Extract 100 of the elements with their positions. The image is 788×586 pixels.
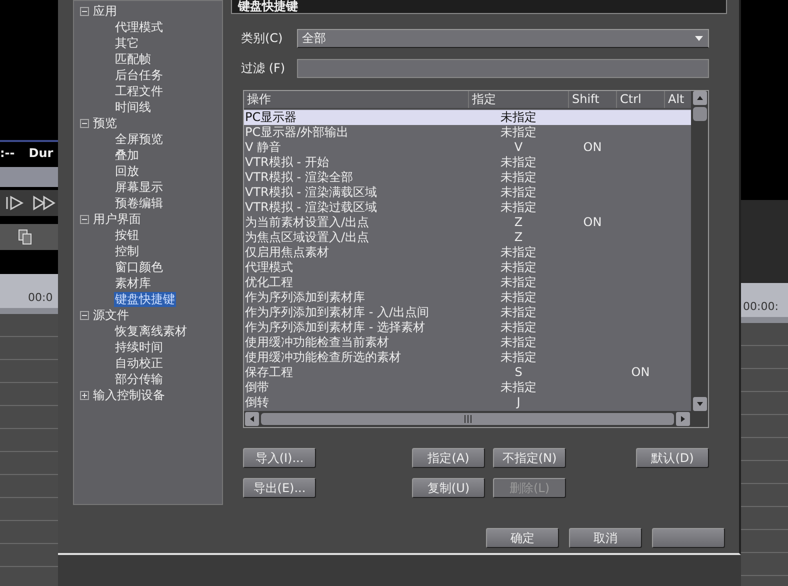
dialog-button[interactable] [652, 528, 725, 548]
fast-forward-icon[interactable] [32, 195, 58, 211]
table-cell-text: 未指定 [500, 380, 538, 395]
collapse-icon[interactable] [80, 118, 89, 128]
tree-item[interactable]: 匹配帧 [114, 52, 152, 66]
table-cell-text: 优化工程 [244, 275, 294, 290]
column-header[interactable]: Shift [568, 91, 616, 108]
table-cell-text: 未指定 [500, 125, 538, 140]
shortcut-row[interactable]: 保存工程 S ON [244, 365, 691, 380]
category-dropdown[interactable]: 全部 [297, 28, 709, 48]
table-cell-text: 使用缓冲功能检查所选的素材 [244, 350, 402, 365]
shortcut-row[interactable]: 优化工程 未指定 [244, 275, 691, 290]
collapse-icon[interactable] [80, 6, 89, 16]
shortcut-row[interactable]: V 静音 V ON [244, 140, 691, 155]
step-forward-icon[interactable] [4, 195, 26, 211]
dialog-title: 键盘快捷键 [231, 0, 727, 14]
scroll-down-button[interactable] [692, 397, 706, 411]
shortcut-row[interactable]: 作为序列添加到素材库 未指定 [244, 290, 691, 305]
horizontal-scrollbar[interactable] [244, 411, 691, 427]
tree-item[interactable]: 时间线 [114, 100, 152, 114]
table-cell-text: 未指定 [500, 350, 538, 365]
shortcut-row[interactable]: 作为序列添加到素材库 - 选择素材 未指定 [244, 320, 691, 335]
tree-item[interactable]: 用户界面 [92, 212, 142, 226]
category-label: 类别(C) [240, 30, 284, 46]
tree-item[interactable]: 预览 [92, 116, 118, 130]
column-header[interactable]: 指定 [468, 91, 568, 108]
shortcut-row[interactable]: 仅启用焦点素材 未指定 [244, 245, 691, 260]
tree-item[interactable]: 素材库 [114, 276, 152, 290]
scroll-left-button[interactable] [245, 412, 259, 426]
expand-icon[interactable] [80, 390, 89, 400]
table-cell-text: 未指定 [500, 320, 538, 335]
shortcut-row[interactable]: VTR模拟 - 渲染全部 未指定 [244, 170, 691, 185]
shortcut-row[interactable]: 作为序列添加到素材库 - 入/出点间 未指定 [244, 305, 691, 320]
copy-icon[interactable] [18, 229, 32, 245]
tree-item[interactable]: 预卷编辑 [114, 196, 164, 210]
tree-item[interactable]: 按钮 [114, 228, 140, 242]
tree-item[interactable]: 工程文件 [114, 84, 164, 98]
collapse-icon[interactable] [80, 310, 89, 320]
tree-item[interactable]: 回放 [114, 164, 140, 178]
shortcut-row[interactable]: 倒带 未指定 [244, 380, 691, 395]
tree-item[interactable]: 输入控制设备 [92, 388, 166, 402]
shortcut-row[interactable]: PC显示器 未指定 [244, 110, 691, 125]
tree-item[interactable]: 后台任务 [114, 68, 164, 82]
filter-field[interactable] [297, 58, 709, 78]
tree-item[interactable]: 控制 [114, 244, 140, 258]
collapse-icon[interactable] [80, 214, 89, 224]
tree-item[interactable]: 屏幕显示 [114, 180, 164, 194]
tree-item[interactable]: 全屏预览 [114, 132, 164, 146]
column-header[interactable]: 操作 [244, 91, 468, 108]
tree-item[interactable]: 持续时间 [114, 340, 164, 354]
table-cell-text: ON [630, 365, 651, 380]
dialog-button[interactable]: 取消 [569, 528, 642, 548]
shortcut-row[interactable]: VTR模拟 - 渲染过载区域 未指定 [244, 200, 691, 215]
table-cell-text: PC显示器/外部输出 [244, 125, 350, 140]
dialog-button[interactable]: 默认(D) [636, 448, 709, 468]
dialog-button[interactable]: 不指定(N) [493, 448, 566, 468]
dialog-button[interactable]: 复制(U) [412, 478, 485, 498]
dialog-button[interactable]: 指定(A) [412, 448, 485, 468]
shortcut-row[interactable]: 倒转 J [244, 395, 691, 410]
table-cell-text: 倒带 [244, 380, 270, 395]
grip-icon [464, 415, 472, 423]
filter-label: 过滤 (F) [240, 60, 286, 76]
scroll-thumb[interactable] [261, 413, 674, 425]
table-cell-text: VTR模拟 - 渲染过载区域 [244, 200, 378, 215]
tree-item[interactable]: 叠加 [114, 148, 140, 162]
table-cell-text: Z [513, 215, 524, 230]
tree-item[interactable]: 其它 [114, 36, 140, 50]
scroll-thumb[interactable] [692, 107, 706, 121]
shortcut-row[interactable]: VTR模拟 - 开始 未指定 [244, 155, 691, 170]
table-cell-text: ON [582, 140, 603, 155]
dialog-button[interactable]: 确定 [486, 528, 559, 548]
tree-item[interactable]: 窗口颜色 [114, 260, 164, 274]
shortcut-row[interactable]: 为焦点区域设置入/出点 Z [244, 230, 691, 245]
tree-item[interactable]: 应用 [92, 4, 118, 18]
shortcut-row[interactable]: 为当前素材设置入/出点 Z ON [244, 215, 691, 230]
table-cell-text: 保存工程 [244, 365, 294, 380]
table-cell-text: 仅启用焦点素材 [244, 245, 330, 260]
table-cell-text: V 静音 [244, 140, 282, 155]
column-header[interactable]: Ctrl [616, 91, 664, 108]
shortcut-row[interactable]: PC显示器/外部输出 未指定 [244, 125, 691, 140]
scroll-right-button[interactable] [676, 412, 690, 426]
shortcut-row[interactable]: 代理模式 未指定 [244, 260, 691, 275]
table-cell-text: 未指定 [500, 155, 538, 170]
shortcut-row[interactable]: 使用缓冲功能检查当前素材 未指定 [244, 335, 691, 350]
shortcut-row[interactable]: 使用缓冲功能检查所选的素材 未指定 [244, 350, 691, 365]
dialog-button[interactable]: 导入(I)... [243, 448, 316, 468]
dialog-button[interactable]: 导出(E)... [243, 478, 316, 498]
tree-item[interactable]: 源文件 [92, 308, 130, 322]
shortcut-row[interactable]: VTR模拟 - 渲染满载区域 未指定 [244, 185, 691, 200]
vertical-scrollbar[interactable] [691, 91, 708, 411]
table-cell-text: 使用缓冲功能检查当前素材 [244, 335, 390, 350]
tree-item[interactable]: 自动校正 [114, 356, 164, 370]
dropdown-arrow-icon [694, 34, 704, 42]
tree-item[interactable]: 恢复离线素材 [114, 324, 188, 338]
tree-item[interactable]: 代理模式 [114, 20, 164, 34]
table-cell-text: 为当前素材设置入/出点 [244, 215, 370, 230]
table-cell-text: 作为序列添加到素材库 - 入/出点间 [244, 305, 430, 320]
scroll-up-button[interactable] [692, 91, 706, 105]
tree-item[interactable]: 部分传输 [114, 372, 164, 386]
tree-item[interactable]: 键盘快捷键 [114, 292, 176, 306]
